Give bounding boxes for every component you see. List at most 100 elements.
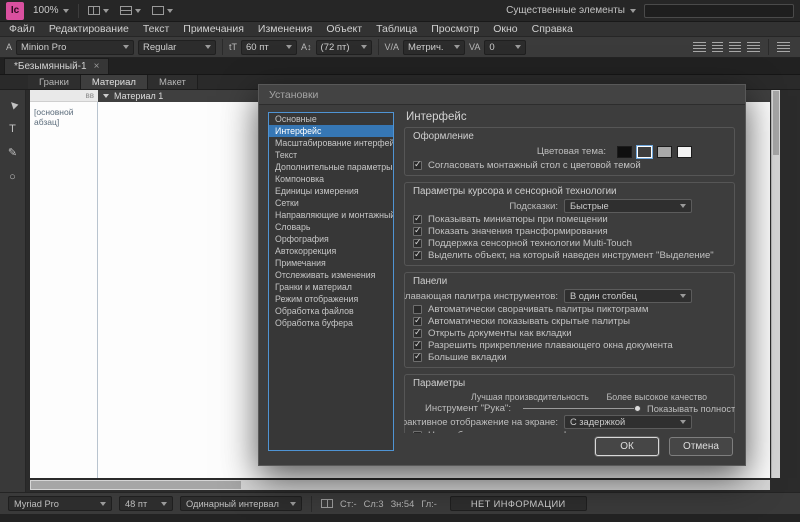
status-font-select[interactable]: Myriad Pro (8, 496, 112, 511)
nav-item-composition[interactable]: Компоновка (269, 173, 393, 185)
show-thumbnails-checkbox-row[interactable]: Показывать миниатюры при помещении (413, 213, 726, 225)
align-right-button[interactable] (729, 42, 741, 52)
checkbox[interactable] (413, 315, 422, 326)
copyfit-info-text: НЕТ ИНФОРМАЦИИ (470, 498, 566, 509)
menu-type[interactable]: Текст (136, 23, 176, 35)
nav-item-grids[interactable]: Сетки (269, 197, 393, 209)
nav-item-dictionary[interactable]: Словарь (269, 221, 393, 233)
type-tool-icon[interactable]: T (4, 122, 22, 136)
nav-item-track-changes[interactable]: Отслеживать изменения (269, 269, 393, 281)
status-line-spacing-select[interactable]: Одинарный интервал (180, 496, 302, 511)
nav-item-units[interactable]: Единицы измерения (269, 185, 393, 197)
group-cursor-title: Параметры курсора и сенсорной технологии (413, 186, 617, 197)
kerning-select[interactable]: Метрич. (403, 39, 466, 55)
note-tool-icon[interactable]: ✎ (4, 146, 22, 160)
match-pasteboard-checkbox-row[interactable]: Согласовать монтажный стол с цветовой те… (413, 159, 726, 171)
checkbox[interactable] (413, 351, 422, 362)
large-tabs-checkbox-row[interactable]: Большие вкладки (413, 351, 726, 363)
menu-help[interactable]: Справка (525, 23, 580, 35)
color-theme-swatch-darkest[interactable] (617, 145, 632, 158)
nav-item-type[interactable]: Текст (269, 149, 393, 161)
document-tab[interactable]: *Безымянный-1 × (4, 58, 110, 74)
arrange-documents-button[interactable] (150, 5, 175, 16)
floating-toolbar-select[interactable]: В один столбец (564, 289, 692, 303)
hand-tool-value: Показывать полностью (647, 403, 735, 414)
checkbox[interactable] (413, 430, 422, 433)
screen-mode-button[interactable] (118, 5, 143, 16)
divider (311, 495, 312, 512)
search-input[interactable] (644, 3, 794, 18)
nav-item-general[interactable]: Основные (269, 113, 393, 125)
nav-item-interface[interactable]: Интерфейс (269, 125, 393, 137)
nav-item-galley-story[interactable]: Гранки и материал (269, 281, 393, 293)
color-theme-swatch-lightest[interactable] (677, 145, 692, 158)
tooltips-select[interactable]: Быстрые (564, 199, 692, 213)
auto-collapse-panels-checkbox-row[interactable]: Автоматически сворачивать палитры пиктог… (413, 303, 726, 315)
nav-item-advanced-type[interactable]: Дополнительные параметры текста (269, 161, 393, 173)
close-icon[interactable]: × (94, 61, 100, 72)
menu-edit[interactable]: Редактирование (42, 23, 136, 35)
highlight-object-checkbox-row[interactable]: Выделить объект, на который наведен инст… (413, 249, 726, 261)
zoom-level-control[interactable]: 100% (31, 5, 71, 16)
status-size-select[interactable]: 48 пт (119, 496, 173, 511)
dialog-title-bar[interactable]: Установки (259, 85, 745, 105)
leading-select[interactable]: (72 пт) (315, 39, 372, 55)
checkbox[interactable] (413, 225, 422, 236)
checkbox[interactable] (413, 159, 422, 170)
tab-story[interactable]: Материал (80, 75, 148, 89)
enable-floating-window-docking-checkbox-row[interactable]: Разрешить прикрепление плавающего окна д… (413, 339, 726, 351)
checkbox[interactable] (413, 339, 422, 350)
slider-handle[interactable] (634, 405, 642, 412)
vertical-scrollbar-thumb[interactable] (773, 91, 779, 155)
nav-item-ui-scaling[interactable]: Масштабирование интерфейса (269, 137, 393, 149)
horizontal-scrollbar-thumb[interactable] (31, 481, 241, 489)
checkbox[interactable] (413, 249, 422, 260)
font-style-select[interactable]: Regular (138, 39, 217, 55)
nav-item-notes[interactable]: Примечания (269, 257, 393, 269)
menu-changes[interactable]: Изменения (251, 23, 319, 35)
menu-table[interactable]: Таблица (369, 23, 424, 35)
menu-window[interactable]: Окно (486, 23, 524, 35)
menu-notes[interactable]: Примечания (176, 23, 251, 35)
cancel-button[interactable]: Отмена (669, 437, 733, 456)
horizontal-scrollbar[interactable] (30, 480, 770, 490)
nav-item-display-mode[interactable]: Режим отображения (269, 293, 393, 305)
align-justify-button[interactable] (747, 42, 760, 52)
tab-galley[interactable]: Гранки (28, 75, 81, 89)
show-transform-values-checkbox-row[interactable]: Показать значения трансформирования (413, 225, 726, 237)
multitouch-checkbox-row[interactable]: Поддержка сенсорной технологии Multi-Tou… (413, 237, 726, 249)
menu-file[interactable]: Файл (2, 23, 42, 35)
zoom-tool-icon[interactable]: ○ (4, 170, 22, 184)
collapse-triangle-icon (103, 94, 109, 98)
nav-item-autocorrect[interactable]: Автокоррекция (269, 245, 393, 257)
nav-item-file-handling[interactable]: Обработка файлов (269, 305, 393, 317)
font-family-select[interactable]: Minion Pro (16, 39, 135, 55)
tracking-select[interactable]: 0 (484, 39, 527, 55)
nav-item-guides-pasteboard[interactable]: Направляющие и монтажный стол (269, 209, 393, 221)
nav-item-clipboard-handling[interactable]: Обработка буфера (269, 317, 393, 329)
color-theme-swatch-dark[interactable] (636, 144, 653, 159)
checkbox[interactable] (413, 327, 422, 338)
checkbox[interactable] (413, 304, 422, 314)
workspace-switcher[interactable]: Существенные элементы (506, 5, 636, 16)
selection-tool-icon[interactable]: ▶ (1, 94, 24, 117)
color-theme-swatch-light[interactable] (657, 145, 672, 158)
view-options-button[interactable] (86, 5, 111, 16)
auto-show-hidden-panels-checkbox-row[interactable]: Автоматически показывать скрытые палитры (413, 315, 726, 327)
greek-vector-graphics-checkbox-row[interactable]: Не отображать векторную графику при пере… (413, 429, 726, 433)
hand-tool-slider[interactable] (523, 404, 642, 413)
live-screen-drawing-select[interactable]: С задержкой (564, 415, 692, 429)
align-justify-all-button[interactable] (777, 42, 790, 52)
open-documents-as-tabs-checkbox-row[interactable]: Открыть документы как вкладки (413, 327, 726, 339)
vertical-scrollbar[interactable] (771, 90, 780, 478)
nav-item-spelling[interactable]: Орфография (269, 233, 393, 245)
menu-object[interactable]: Объект (319, 23, 369, 35)
menu-view[interactable]: Просмотр (424, 23, 486, 35)
font-size-select[interactable]: 60 пт (241, 39, 298, 55)
align-left-button[interactable] (693, 42, 706, 52)
checkbox[interactable] (413, 237, 422, 248)
checkbox[interactable] (413, 213, 422, 224)
align-center-button[interactable] (712, 42, 723, 52)
tab-layout[interactable]: Макет (147, 75, 198, 89)
ok-button[interactable]: ОК (595, 437, 659, 456)
